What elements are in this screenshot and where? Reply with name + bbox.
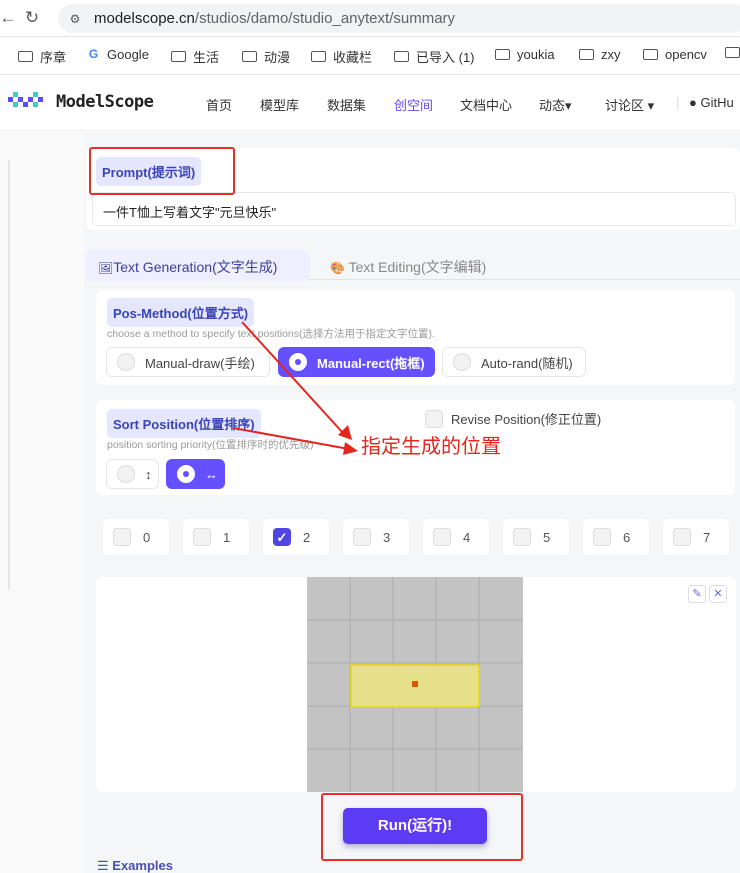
side-panel xyxy=(0,132,84,873)
folder-icon xyxy=(725,47,740,58)
back-arrow-icon[interactable]: ← xyxy=(0,6,20,30)
nav-studios[interactable]: 创空间 xyxy=(394,95,433,114)
nav-home[interactable]: 首页 xyxy=(206,95,232,114)
checkbox-box xyxy=(353,528,371,546)
url-text: modelscope.cn/studios/damo/studio_anytex… xyxy=(94,10,456,27)
bookmark-item[interactable]: 生活 xyxy=(171,47,219,66)
url-field[interactable]: ⚙ modelscope.cn/studios/damo/studio_anyt… xyxy=(58,4,740,33)
reload-icon[interactable]: ↻ xyxy=(20,6,44,30)
folder-icon xyxy=(242,51,257,62)
folder-icon xyxy=(311,51,326,62)
close-icon[interactable]: ✕ xyxy=(709,585,727,603)
folder-icon xyxy=(643,49,658,60)
pencil-icon[interactable]: ✎ xyxy=(688,585,706,603)
image-icon: 🖼 xyxy=(98,261,114,275)
count-option-5[interactable]: 5 xyxy=(503,519,569,555)
logo-text: ModelScope xyxy=(56,92,154,112)
revise-position-checkbox[interactable]: Revise Position(修正位置) xyxy=(425,409,601,428)
folder-icon xyxy=(579,49,594,60)
count-option-1[interactable]: 1 xyxy=(183,519,249,555)
count-option-4[interactable]: 4 xyxy=(423,519,489,555)
nav-discussion[interactable]: 讨论区 ▾ xyxy=(605,95,654,114)
bookmark-item[interactable]: 序章 xyxy=(18,47,66,66)
drawing-canvas[interactable] xyxy=(307,577,523,792)
nav-datasets[interactable]: 数据集 xyxy=(327,95,366,114)
logo-mark-icon xyxy=(8,92,48,112)
checkbox-box xyxy=(593,528,611,546)
bookmark-item[interactable]: zxy xyxy=(579,47,621,62)
nav-docs[interactable]: 文档中心 xyxy=(460,95,512,114)
radio-circle-selected xyxy=(177,465,195,483)
side-scroll-track xyxy=(8,160,10,590)
checkbox-box xyxy=(513,528,531,546)
folder-icon xyxy=(171,51,186,62)
radio-circle-selected xyxy=(289,353,307,371)
nav-github[interactable]: ● GitHu xyxy=(689,95,734,110)
checkbox-box xyxy=(113,528,131,546)
radio-manual-rect[interactable]: Manual-rect(拖框) xyxy=(278,347,435,377)
nav-github-divider: | xyxy=(676,95,680,110)
bookmark-item[interactable]: 收藏栏 xyxy=(311,47,372,66)
nav-models[interactable]: 模型库 xyxy=(260,95,299,114)
pos-method-label: Pos-Method(位置方式) xyxy=(107,298,255,327)
bookmark-item[interactable]: 动漫 xyxy=(242,47,290,66)
nav-activity[interactable]: 动态▾ xyxy=(539,95,572,114)
examples-heading[interactable]: ☰ Examples xyxy=(97,858,173,873)
bookmark-item[interactable] xyxy=(725,47,740,58)
list-icon: ☰ xyxy=(97,858,109,873)
site-navbar: ModelScope 首页 模型库 数据集 创空间 文档中心 动态▾ 讨论区 ▾… xyxy=(0,76,740,131)
tab-text-generation[interactable]: 🖼Text Generation(文字生成) xyxy=(86,250,310,281)
sort-position-hint: position sorting priority(位置排序时的优先级) xyxy=(107,439,314,451)
sort-position-label: Sort Position(位置排序) xyxy=(107,409,261,438)
bookmark-item[interactable]: 已导入 (1) xyxy=(394,47,475,66)
folder-icon xyxy=(495,49,510,60)
radio-manual-draw[interactable]: Manual-draw(手绘) xyxy=(106,347,270,377)
prompt-input[interactable]: 一件T恤上写着文字"元旦快乐" xyxy=(92,192,736,226)
bookmarks-bar: 序章 G Google 生活 动漫 收藏栏 已导入 (1) youkia zxy … xyxy=(0,38,740,75)
radio-auto-rand[interactable]: Auto-rand(随机) xyxy=(442,347,586,377)
count-option-2[interactable]: ✓ 2 xyxy=(263,519,329,555)
rectangle-center-dot xyxy=(412,681,418,687)
radio-circle xyxy=(453,353,471,371)
pos-method-hint: choose a method to specify text position… xyxy=(107,328,435,340)
folder-icon xyxy=(394,51,409,62)
count-option-0[interactable]: 0 xyxy=(103,519,169,555)
checkbox-box xyxy=(193,528,211,546)
folder-icon xyxy=(18,51,33,62)
bookmark-item[interactable]: youkia xyxy=(495,47,555,62)
checkbox-box xyxy=(425,409,443,428)
site-info-icon[interactable]: ⚙ xyxy=(66,10,84,28)
annotation-text: 指定生成的位置 xyxy=(361,436,501,458)
radio-circle xyxy=(117,353,135,371)
annotation-frame-run xyxy=(321,793,523,861)
github-icon: ● xyxy=(689,95,697,110)
modelscope-logo[interactable]: ModelScope xyxy=(8,92,154,112)
radio-sort-horizontal[interactable]: ↔ xyxy=(166,459,225,489)
tab-text-editing[interactable]: 🎨 Text Editing(文字编辑) xyxy=(318,250,498,281)
tabs-bar: 🖼Text Generation(文字生成) 🎨 Text Editing(文字… xyxy=(86,250,740,281)
google-icon: G xyxy=(88,47,99,61)
count-option-6[interactable]: 6 xyxy=(583,519,649,555)
palette-icon: 🎨 xyxy=(330,261,345,275)
browser-address-bar: ← ↻ ⚙ modelscope.cn/studios/damo/studio_… xyxy=(0,0,740,37)
bookmark-google[interactable]: G Google xyxy=(86,47,149,62)
checkbox-box xyxy=(673,528,691,546)
checkbox-box xyxy=(433,528,451,546)
count-option-7[interactable]: 7 xyxy=(663,519,729,555)
radio-circle xyxy=(117,465,135,483)
count-option-3[interactable]: 3 xyxy=(343,519,409,555)
radio-sort-vertical[interactable]: ↕ xyxy=(106,459,159,489)
checkbox-checked: ✓ xyxy=(273,528,291,546)
annotation-frame-prompt xyxy=(89,147,235,195)
bookmark-item[interactable]: opencv xyxy=(643,47,707,62)
